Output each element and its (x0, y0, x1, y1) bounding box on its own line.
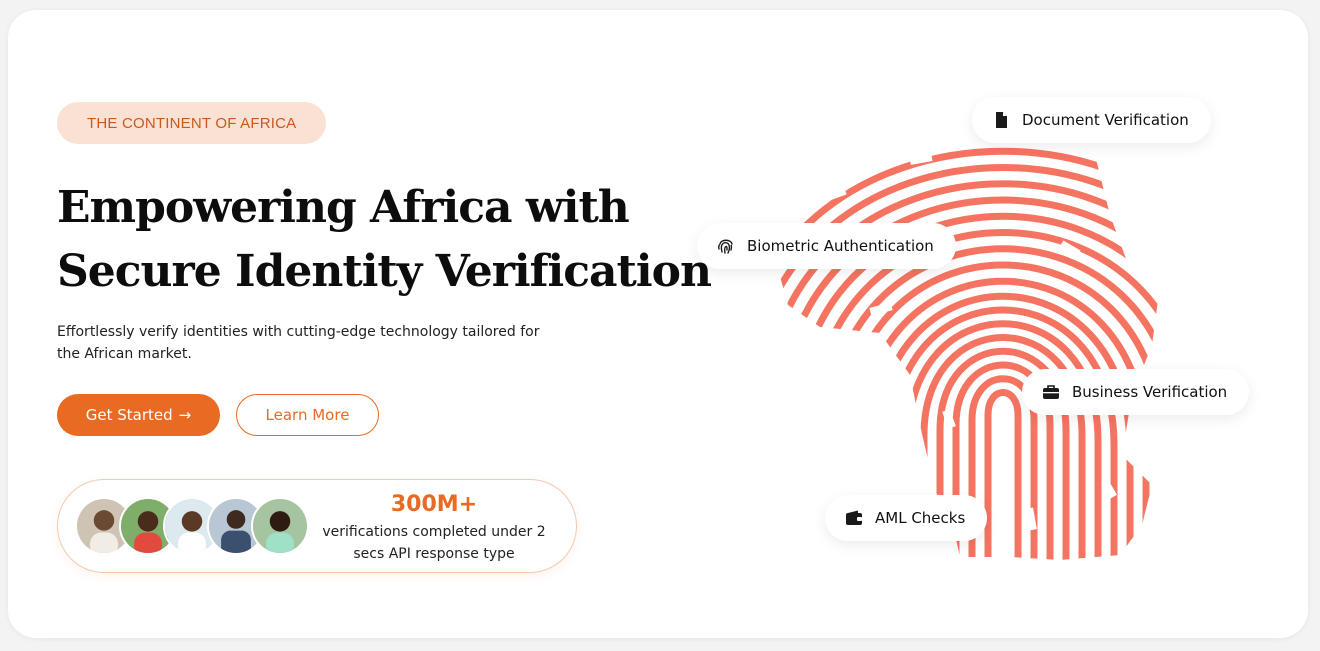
learn-more-label: Learn More (265, 406, 350, 424)
stat-description: verifications completed under 2 secs API… (322, 524, 546, 562)
hero-headline: Empowering Africa with Secure Identity V… (57, 176, 712, 304)
feature-chip-business[interactable]: Business Verification (1022, 369, 1250, 415)
hero-subtitle: Effortlessly verify identities with cutt… (57, 324, 540, 362)
feature-chip-label: Document Verification (1022, 111, 1189, 129)
fingerprint-icon (715, 235, 737, 257)
feature-chip-aml[interactable]: AML Checks (825, 495, 988, 541)
get-started-button[interactable]: Get Started → (57, 394, 220, 436)
document-icon (990, 109, 1012, 131)
headline-line-1: Empowering Africa with (57, 182, 630, 233)
hero-badge: THE CONTINENT OF AFRICA (57, 102, 327, 144)
hero-badge-label: THE CONTINENT OF AFRICA (87, 114, 297, 132)
feature-chip-document[interactable]: Document Verification (972, 97, 1211, 143)
stats-card: 300M+ verifications completed under 2 se… (57, 479, 577, 573)
headline-line-2: Secure Identity Verification (57, 246, 712, 297)
avatar-group (75, 497, 315, 555)
learn-more-button[interactable]: Learn More (236, 394, 379, 436)
arrow-right-icon: → (178, 406, 192, 424)
wallet-icon (843, 507, 865, 529)
africa-fingerprint-illustration (774, 147, 1158, 560)
feature-chip-biometric[interactable]: Biometric Authentication (697, 223, 956, 269)
briefcase-icon (1040, 381, 1062, 403)
feature-chip-label: Business Verification (1072, 383, 1228, 401)
get-started-label: Get Started (85, 406, 173, 424)
stat-number: 300M+ (390, 492, 478, 517)
feature-chip-label: AML Checks (875, 509, 966, 527)
feature-chip-label: Biometric Authentication (747, 237, 934, 255)
avatar (251, 497, 309, 555)
